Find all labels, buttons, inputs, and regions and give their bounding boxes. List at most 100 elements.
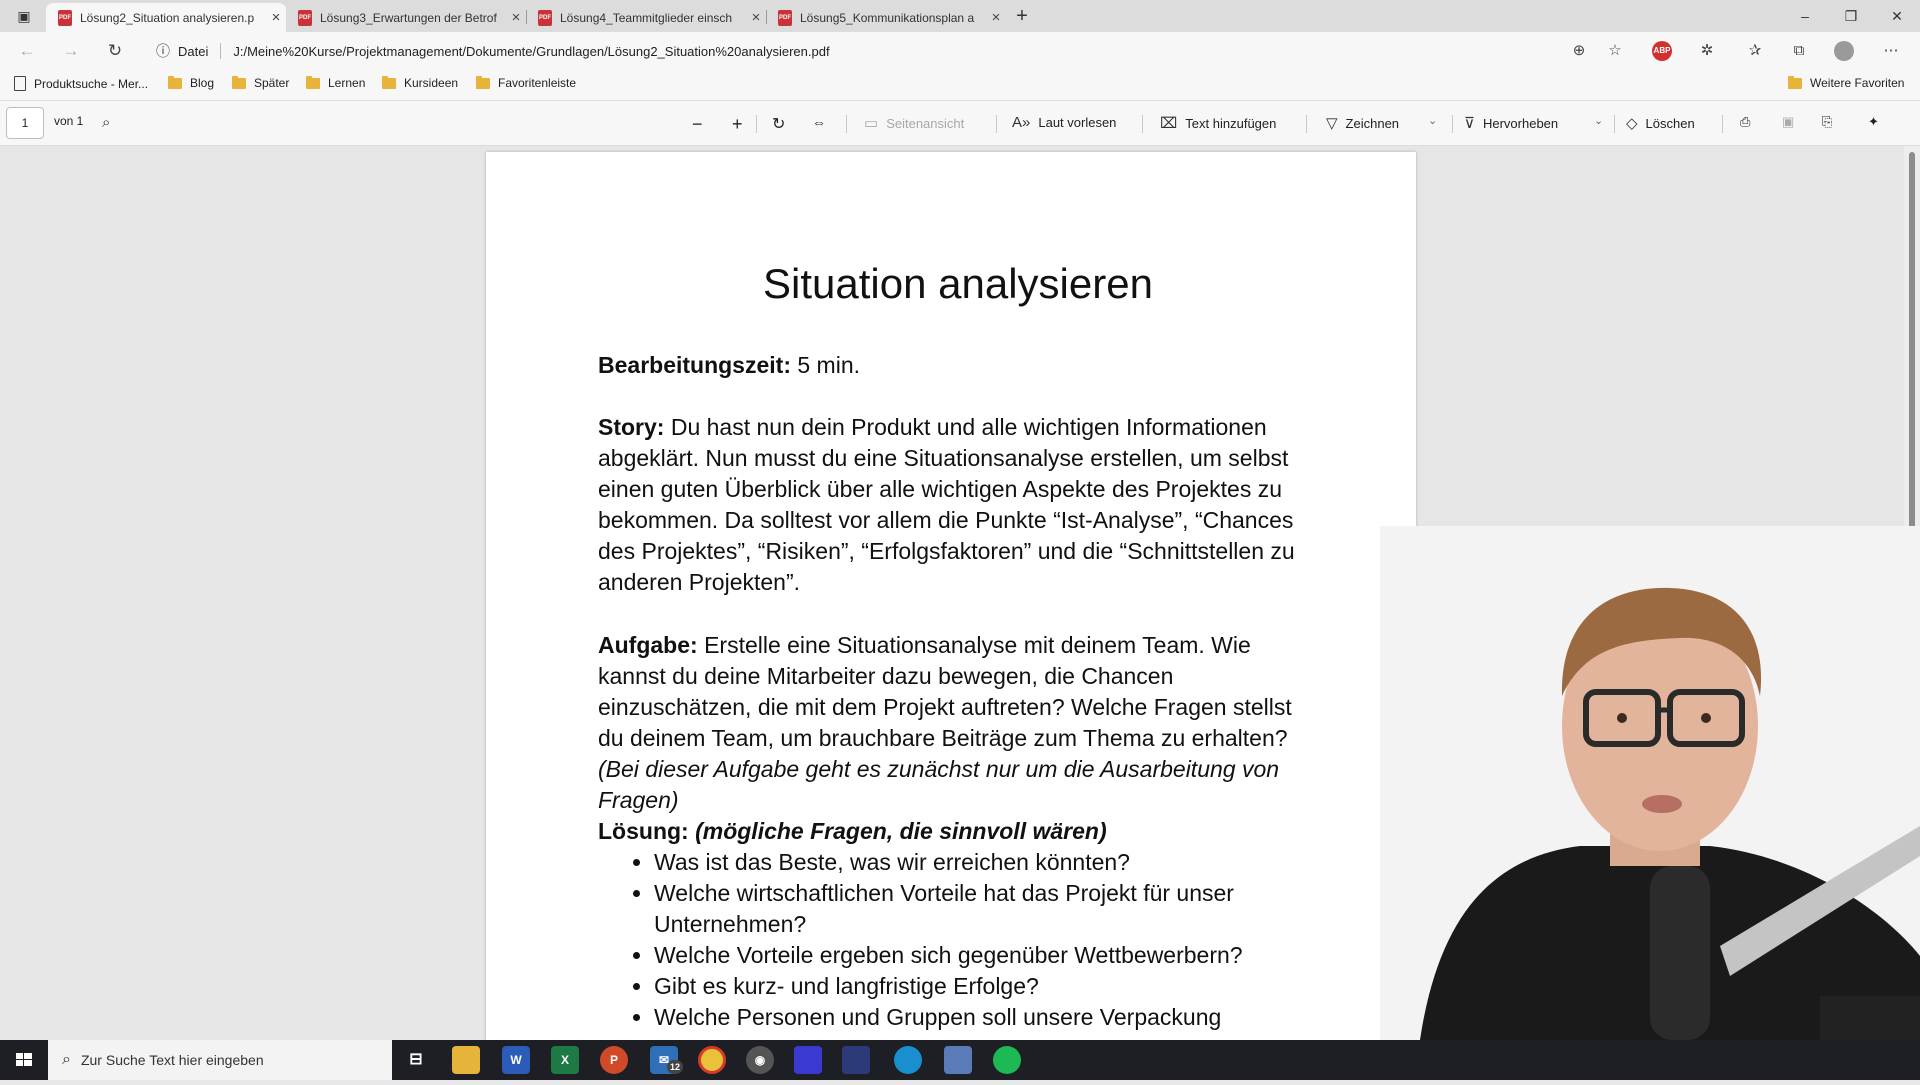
favorite-blog[interactable]: Blog [168,75,214,90]
highlight-button[interactable]: ⊽ Hervorheben [1464,114,1558,132]
close-tab-icon[interactable]: × [986,9,1006,26]
toolbar-divider [1452,115,1453,133]
add-text-button[interactable]: ⌧ Text hinzufügen [1160,114,1276,132]
task-view-icon[interactable]: ⊟ [402,1046,430,1074]
fit-page-icon[interactable]: ⇔ [812,114,826,130]
list-item: Welche wirtschaftlichen Vorteile hat das… [654,878,1318,940]
favorite-favoritenleiste[interactable]: Favoritenleiste [476,75,577,90]
spotify-icon[interactable] [993,1046,1021,1074]
task-note: (Bei dieser Aufgabe geht es zunächst nur… [598,756,1280,813]
notepad-icon[interactable] [944,1046,972,1074]
page-view-button[interactable]: ▭ Seitenansicht [864,114,964,132]
info-icon[interactable]: ⓘ [156,41,170,61]
tab-loesung3[interactable]: PDF Lösung3_Erwartungen der Betrof × [286,3,526,32]
print-icon[interactable]: ⎙ [1740,114,1750,130]
new-tab-icon[interactable]: + [1008,0,1036,32]
restore-icon[interactable]: ❐ [1828,0,1874,32]
tab-label: Lösung4_Teammitglieder einsch [560,10,733,25]
close-window-icon[interactable]: ✕ [1874,0,1920,32]
zoom-in-icon[interactable]: + [732,114,743,135]
tab-loesung5[interactable]: PDF Lösung5_Kommunikationsplan a × [766,3,1006,32]
highlight-options-chevron-icon[interactable]: ⌄ [1594,114,1603,127]
pdf-viewer: Situation analysieren Bearbeitungszeit: … [0,146,1920,1040]
app-icon-2[interactable] [842,1046,870,1074]
back-icon[interactable]: ← [14,39,40,63]
favorite-kursideen[interactable]: Kursideen [382,75,459,90]
powerpoint-icon[interactable]: P [600,1046,628,1074]
rotate-icon[interactable]: ↻ [772,114,785,134]
favorites-list-icon[interactable]: ✰ [1744,41,1766,61]
other-favorites-label: Weitere Favoriten [1810,76,1905,90]
favorite-label: Kursideen [404,76,459,90]
tab-loesung2[interactable]: PDF Lösung2_Situation analysieren.p × [46,3,286,32]
obs-icon[interactable]: ◉ [746,1046,774,1074]
story-text: Du hast nun dein Produkt und alle wichti… [598,414,1295,595]
profile-avatar[interactable] [1834,41,1854,61]
draw-button[interactable]: ▽ Zeichnen [1326,114,1399,132]
highlight-label: Hervorheben [1482,115,1559,131]
pdf-file-icon: PDF [298,9,312,26]
story-paragraph: Story: Du hast nun dein Produkt und alle… [598,412,1318,598]
excel-icon[interactable]: X [551,1046,579,1074]
toolbar-divider [1722,115,1723,133]
favorite-produktsuche[interactable]: Produktsuche - Mer... [14,76,148,91]
tab-label: Lösung5_Kommunikationsplan a [800,10,975,25]
url-text: J:/Meine%20Kurse/Projektmanagement/Dokum… [233,43,830,59]
pdf-file-icon: PDF [538,9,552,26]
time-value: 5 min. [797,352,861,378]
chrome-icon[interactable] [698,1046,726,1074]
page-total: von 1 [54,114,84,128]
minimize-icon[interactable]: – [1782,0,1828,32]
time-label: Bearbeitungszeit: [598,352,791,378]
url-field[interactable]: ⓘ Datei J:/Meine%20Kurse/Projektmanageme… [146,36,1636,66]
toolbar-divider [996,115,997,133]
list-item: Welche Personen und Gruppen soll unsere … [654,1002,1318,1033]
zoom-icon[interactable]: ⊕ [1568,41,1590,61]
other-favorites[interactable]: Weitere Favoriten [1788,75,1905,90]
search-icon[interactable]: ⌕ [102,114,118,131]
tab-actions-icon[interactable]: ▣ [6,0,42,32]
refresh-icon[interactable]: ↻ [102,39,128,63]
adblock-icon[interactable]: ABP [1652,41,1672,61]
scheme-label: Datei [178,43,209,59]
highlighter-icon: ⊽ [1464,115,1475,132]
settings-more-icon[interactable]: ⋯ [1880,41,1902,61]
task-label: Aufgabe: [598,632,698,658]
favorite-label: Produktsuche - Mer... [34,76,149,91]
edge-icon[interactable] [894,1046,922,1074]
forward-icon[interactable]: → [58,39,84,63]
close-tab-icon[interactable]: × [266,9,286,26]
read-aloud-button[interactable]: A» Laut vorlesen [1012,114,1116,131]
erase-button[interactable]: ◇ Löschen [1626,114,1695,132]
app-icon[interactable] [794,1046,822,1074]
draw-options-chevron-icon[interactable]: ⌄ [1428,114,1437,127]
tab-loesung4[interactable]: PDF Lösung4_Teammitglieder einsch × [526,3,766,32]
file-explorer-icon[interactable] [452,1046,480,1074]
favorite-spaeter[interactable]: Später [232,75,290,90]
favorite-label: Lernen [328,76,366,90]
solution-note: (mögliche Fragen, die sinnvoll wären) [695,818,1107,844]
favorite-label: Favoritenleiste [498,76,577,90]
collections-icon[interactable]: ⧉ [1788,41,1810,61]
add-text-label: Text hinzufügen [1185,115,1277,131]
list-item: Was ist das Beste, was wir erreichen kön… [654,847,1318,878]
word-icon[interactable]: W [502,1046,530,1074]
close-tab-icon[interactable]: × [506,9,526,26]
favorite-lernen[interactable]: Lernen [306,75,366,90]
favorite-star-icon[interactable]: ☆ [1604,41,1626,61]
windows-start-icon[interactable] [0,1040,48,1080]
favorite-label: Später [254,76,290,90]
save-icon[interactable]: ▣ [1782,114,1794,130]
pin-toolbar-icon[interactable]: ✦ [1868,114,1879,130]
task-text: Erstelle eine Situationsanalyse mit dein… [598,632,1292,751]
mail-badge: 12 [667,1060,683,1074]
eraser-icon: ◇ [1626,115,1638,132]
close-tab-icon[interactable]: × [746,9,766,26]
page-icon [14,76,26,91]
zoom-out-icon[interactable]: − [692,114,703,135]
page-number-input[interactable]: 1 [6,107,44,139]
save-as-icon[interactable]: ⎘ [1822,114,1832,130]
read-aloud-icon: A» [1012,114,1031,131]
extensions-icon[interactable]: ✲ [1696,41,1718,61]
taskbar-search[interactable]: ⌕ Zur Suche Text hier eingeben [48,1040,392,1080]
